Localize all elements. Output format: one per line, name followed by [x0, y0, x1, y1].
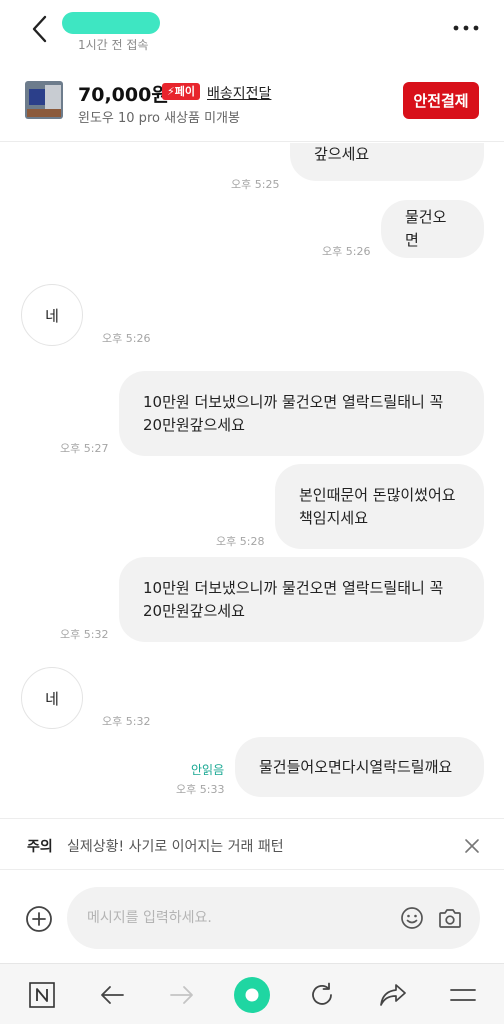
more-options-button[interactable]: [452, 16, 480, 40]
last-seen-text: 1시간 전 접속: [78, 38, 149, 52]
chat-header: 1시간 전 접속: [0, 0, 504, 60]
message-time: 오후 5:25: [231, 178, 280, 191]
more-horizontal-icon: [453, 25, 479, 31]
delivery-address-link[interactable]: 배송지전달: [207, 83, 271, 103]
camera-icon: [438, 907, 462, 929]
message-bubble-received: 네: [21, 284, 83, 346]
message-composer: [0, 871, 504, 963]
message-text: 갚으세요: [314, 145, 370, 163]
message-text: 10만원 더보냈으니까 물건오면 열락드릴태니 꼭 20만원갚으세요: [143, 392, 444, 434]
username-redacted: [62, 12, 160, 34]
message-time: 오후 5:32: [102, 715, 151, 728]
message-bubble-sent: 갚으세요: [290, 143, 484, 181]
warning-close-button[interactable]: [462, 836, 482, 856]
nav-back-button[interactable]: [94, 978, 130, 1012]
message-text: 10만원 더보냈으니까 물건오면 열락드릴태니 꼭 20만원갚으세요: [143, 578, 444, 620]
emoji-button[interactable]: [399, 905, 425, 931]
pay-badge: ⚡페이: [162, 83, 200, 100]
green-dot-icon: [234, 977, 270, 1013]
back-button[interactable]: [26, 12, 52, 46]
chat-messages[interactable]: 갚으세요 오후 5:25 물건오면 오후 5:26 네 오후 5:26 10만원…: [0, 143, 504, 815]
message-text: 네: [45, 689, 59, 708]
chevron-left-icon: [31, 15, 47, 43]
nav-forward-button[interactable]: [164, 978, 200, 1012]
naver-n-icon: [29, 982, 55, 1008]
message-text: 물건오면: [405, 208, 447, 249]
message-bubble-received: 네: [21, 667, 83, 729]
share-button[interactable]: [375, 978, 411, 1012]
unread-status: 안읽음: [191, 763, 225, 777]
product-bar[interactable]: 70,000원 ⚡페이 배송지전달 윈도우 10 pro 새상품 미개봉 안전결…: [0, 68, 504, 142]
product-thumbnail: [25, 81, 63, 119]
browser-nav-bar: [0, 963, 504, 1024]
close-icon: [464, 838, 480, 854]
attach-button[interactable]: [25, 905, 53, 933]
message-time: 오후 5:28: [216, 535, 265, 548]
message-input[interactable]: [87, 906, 387, 930]
fraud-warning-banner[interactable]: 주의 실제상황! 사기로 이어지는 거래 패턴: [0, 818, 504, 870]
warning-text[interactable]: 실제상황! 사기로 이어지는 거래 패턴: [67, 836, 284, 856]
message-time: 오후 5:33: [176, 783, 225, 796]
home-button[interactable]: [24, 978, 60, 1012]
message-text: 물건들어오면다시열락드릴깨요: [259, 757, 453, 776]
smile-icon: [400, 906, 424, 930]
arrow-left-icon: [99, 985, 125, 1005]
product-price: 70,000원: [78, 84, 169, 106]
message-input-container: [67, 887, 480, 949]
message-text: 네: [45, 306, 59, 325]
message-text: 본인때문어 돈많이썼어요 책임지세요: [299, 485, 456, 527]
arrow-right-icon: [169, 985, 195, 1005]
menu-button[interactable]: [445, 978, 481, 1012]
share-icon: [379, 983, 407, 1007]
message-time: 오후 5:26: [102, 332, 151, 345]
menu-icon: [450, 986, 476, 1004]
message-bubble-sent: 본인때문어 돈많이썼어요 책임지세요: [275, 464, 484, 549]
green-dot-button[interactable]: [234, 977, 270, 1013]
plus-circle-icon: [25, 905, 53, 933]
message-bubble-sent: 10만원 더보냈으니까 물건오면 열락드릴태니 꼭 20만원갚으세요: [119, 371, 484, 456]
message-bubble-sent: 10만원 더보냈으니까 물건오면 열락드릴태니 꼭 20만원갚으세요: [119, 557, 484, 642]
refresh-button[interactable]: [304, 978, 340, 1012]
message-time: 오후 5:27: [60, 442, 109, 455]
message-bubble-sent: 물건오면: [381, 200, 484, 258]
warning-label: 주의: [27, 839, 53, 855]
product-title: 윈도우 10 pro 새상품 미개봉: [78, 111, 240, 126]
message-time: 오후 5:26: [322, 245, 371, 258]
safe-pay-button[interactable]: 안전결제: [403, 82, 479, 119]
message-bubble-sent: 물건들어오면다시열락드릴깨요: [235, 737, 484, 797]
refresh-icon: [309, 982, 335, 1008]
camera-button[interactable]: [437, 905, 463, 931]
message-time: 오후 5:32: [60, 628, 109, 641]
